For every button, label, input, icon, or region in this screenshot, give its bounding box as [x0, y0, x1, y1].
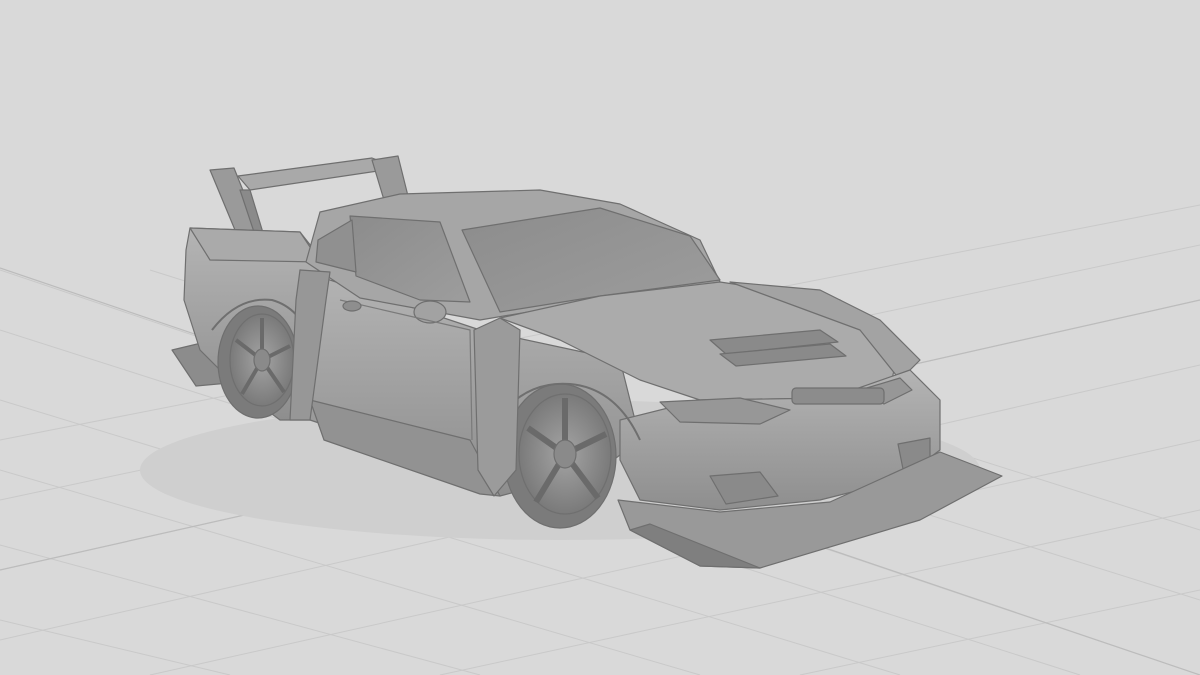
3d-viewport[interactable]	[0, 0, 1200, 675]
rear-wheel	[217, 305, 299, 419]
front-wheel	[503, 383, 617, 529]
door-handle	[342, 300, 362, 312]
front-overfender	[473, 317, 521, 497]
grille	[791, 387, 885, 405]
viewport-scene[interactable]	[0, 0, 1200, 675]
side-mirror	[413, 300, 447, 324]
rear-deck-edge	[189, 227, 321, 263]
